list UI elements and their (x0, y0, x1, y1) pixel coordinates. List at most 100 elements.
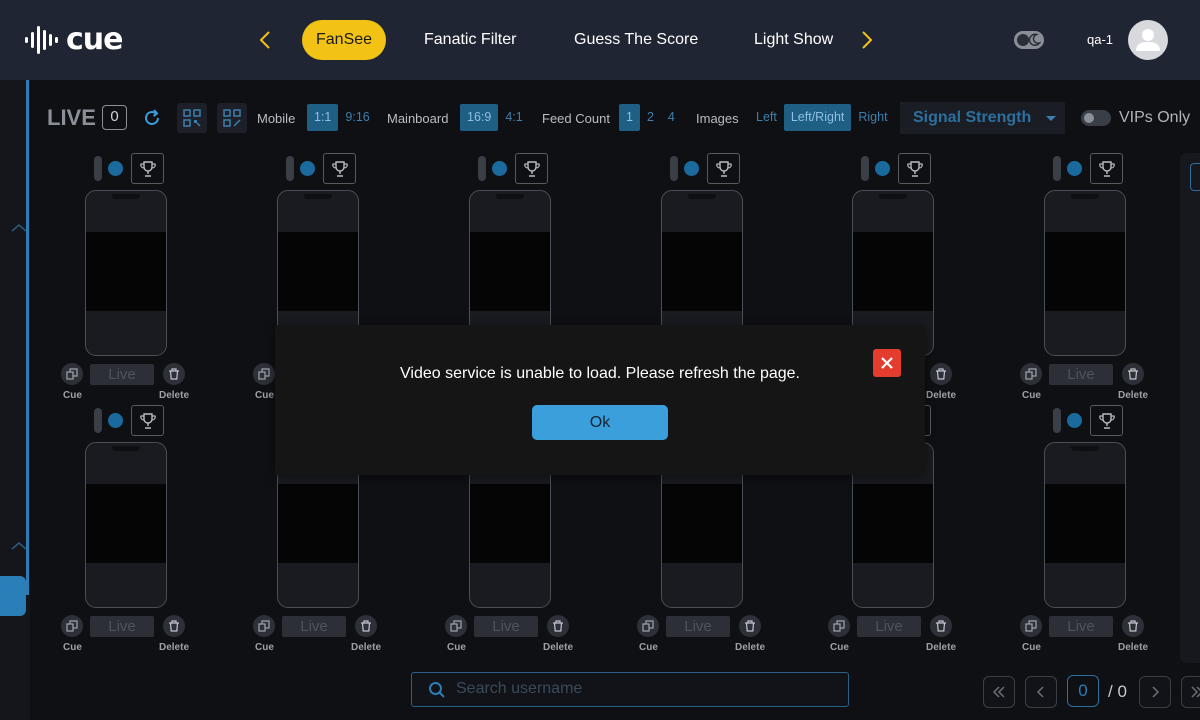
tab-light-show[interactable]: Light Show (754, 20, 833, 60)
qr-code-button[interactable] (177, 103, 207, 133)
images-option-left-right[interactable]: Left/Right (783, 104, 852, 131)
cue-button[interactable] (445, 615, 467, 637)
tab-fanatic-filter[interactable]: Fanatic Filter (424, 20, 516, 60)
video-feed (1045, 484, 1125, 563)
winner-button[interactable] (1090, 153, 1123, 184)
feed-count-option-1[interactable]: 1 (619, 104, 640, 131)
go-live-button[interactable]: Live (282, 616, 346, 637)
dark-mode-toggle[interactable] (1014, 31, 1044, 49)
cue-button[interactable] (1020, 615, 1042, 637)
chevron-up-icon[interactable] (10, 541, 28, 551)
feed-enable-toggle[interactable] (1053, 408, 1061, 433)
winner-button[interactable] (898, 153, 931, 184)
cue-button[interactable] (61, 363, 83, 385)
phone-video-frame[interactable] (1044, 442, 1126, 608)
go-live-button[interactable]: Live (666, 616, 730, 637)
feed-card: Live Cue Delete (61, 405, 221, 655)
feed-count-selector: 1 2 4 (619, 104, 682, 131)
current-page-indicator[interactable]: 0 (1067, 675, 1099, 707)
tab-fansee[interactable]: FanSee (302, 20, 387, 60)
signal-status-dot (108, 413, 123, 428)
feed-enable-toggle[interactable] (94, 408, 102, 433)
cue-button[interactable] (253, 363, 275, 385)
tabs-scroll-right-button[interactable] (857, 28, 877, 52)
phone-notch (1071, 446, 1099, 451)
feed-enable-toggle[interactable] (1053, 156, 1061, 181)
phone-notch (688, 194, 716, 199)
cue-button[interactable] (828, 615, 850, 637)
delete-button[interactable] (547, 615, 569, 637)
tab-guess-the-score[interactable]: Guess The Score (574, 20, 698, 60)
first-page-button[interactable] (983, 676, 1015, 708)
winner-button[interactable] (515, 153, 548, 184)
delete-button[interactable] (163, 615, 185, 637)
search-username-input[interactable] (456, 677, 836, 701)
winner-button[interactable] (131, 405, 164, 436)
feed-count-option-2[interactable]: 2 (640, 104, 661, 131)
vips-only-toggle[interactable] (1081, 110, 1111, 126)
tabs-scroll-left-button[interactable] (256, 28, 276, 52)
go-live-button[interactable]: Live (90, 616, 154, 637)
feed-enable-toggle[interactable] (670, 156, 678, 181)
trophy-icon (1099, 161, 1115, 177)
feed-enable-toggle[interactable] (478, 156, 486, 181)
images-position-selector: Left Left/Right Right (749, 104, 895, 131)
phone-notch (1071, 194, 1099, 199)
winner-button[interactable] (131, 153, 164, 184)
feed-enable-toggle[interactable] (94, 156, 102, 181)
panel-handle[interactable] (1190, 163, 1200, 191)
rail-expand-tab[interactable] (0, 576, 26, 616)
go-live-button[interactable]: Live (474, 616, 538, 637)
delete-button[interactable] (1122, 363, 1144, 385)
delete-button[interactable] (930, 363, 952, 385)
delete-label: Delete (159, 390, 190, 401)
mobile-option-9-16[interactable]: 9:16 (338, 104, 376, 131)
ok-button[interactable]: Ok (532, 405, 668, 440)
images-option-right[interactable]: Right (851, 104, 894, 131)
phone-video-frame[interactable] (85, 442, 167, 608)
go-live-button[interactable]: Live (1049, 364, 1113, 385)
cue-icon (258, 620, 270, 632)
go-live-button[interactable]: Live (90, 364, 154, 385)
next-page-button[interactable] (1139, 676, 1171, 708)
cue-button[interactable] (637, 615, 659, 637)
mobile-ratio-selector: 1:1 9:16 (307, 104, 377, 131)
live-label: LIVE (47, 105, 96, 130)
user-avatar-button[interactable] (1128, 20, 1168, 60)
refresh-button[interactable] (142, 108, 162, 128)
cue-button[interactable] (253, 615, 275, 637)
qr-code-icon (223, 109, 241, 127)
qr-code-edit-button[interactable] (217, 103, 247, 133)
sort-by-dropdown[interactable]: Signal Strength (900, 102, 1065, 134)
previous-page-button[interactable] (1025, 676, 1057, 708)
delete-label: Delete (1118, 390, 1149, 401)
feed-enable-toggle[interactable] (286, 156, 294, 181)
cue-button[interactable] (1020, 363, 1042, 385)
delete-button[interactable] (163, 363, 185, 385)
mobile-option-1-1[interactable]: 1:1 (307, 104, 339, 131)
trash-icon (361, 620, 371, 632)
images-option-left[interactable]: Left (749, 104, 784, 131)
delete-button[interactable] (355, 615, 377, 637)
last-page-button[interactable] (1181, 676, 1200, 708)
phone-video-frame[interactable] (1044, 190, 1126, 356)
delete-button[interactable] (930, 615, 952, 637)
feed-count-option-4[interactable]: 4 (661, 104, 682, 131)
mainboard-option-16-9[interactable]: 16:9 (460, 104, 499, 131)
trash-icon (1128, 368, 1138, 380)
cue-label: Cue (1022, 642, 1041, 653)
winner-button[interactable] (707, 153, 740, 184)
delete-button[interactable] (739, 615, 761, 637)
mainboard-option-4-1[interactable]: 4:1 (498, 104, 529, 131)
winner-button[interactable] (1090, 405, 1123, 436)
chevron-up-icon[interactable] (10, 223, 28, 233)
go-live-button[interactable]: Live (857, 616, 921, 637)
winner-button[interactable] (323, 153, 356, 184)
cue-button[interactable] (61, 615, 83, 637)
go-live-button[interactable]: Live (1049, 616, 1113, 637)
delete-button[interactable] (1122, 615, 1144, 637)
phone-video-frame[interactable] (85, 190, 167, 356)
cue-icon (1025, 620, 1037, 632)
app-logo[interactable]: cue (24, 24, 123, 56)
feed-enable-toggle[interactable] (861, 156, 869, 181)
